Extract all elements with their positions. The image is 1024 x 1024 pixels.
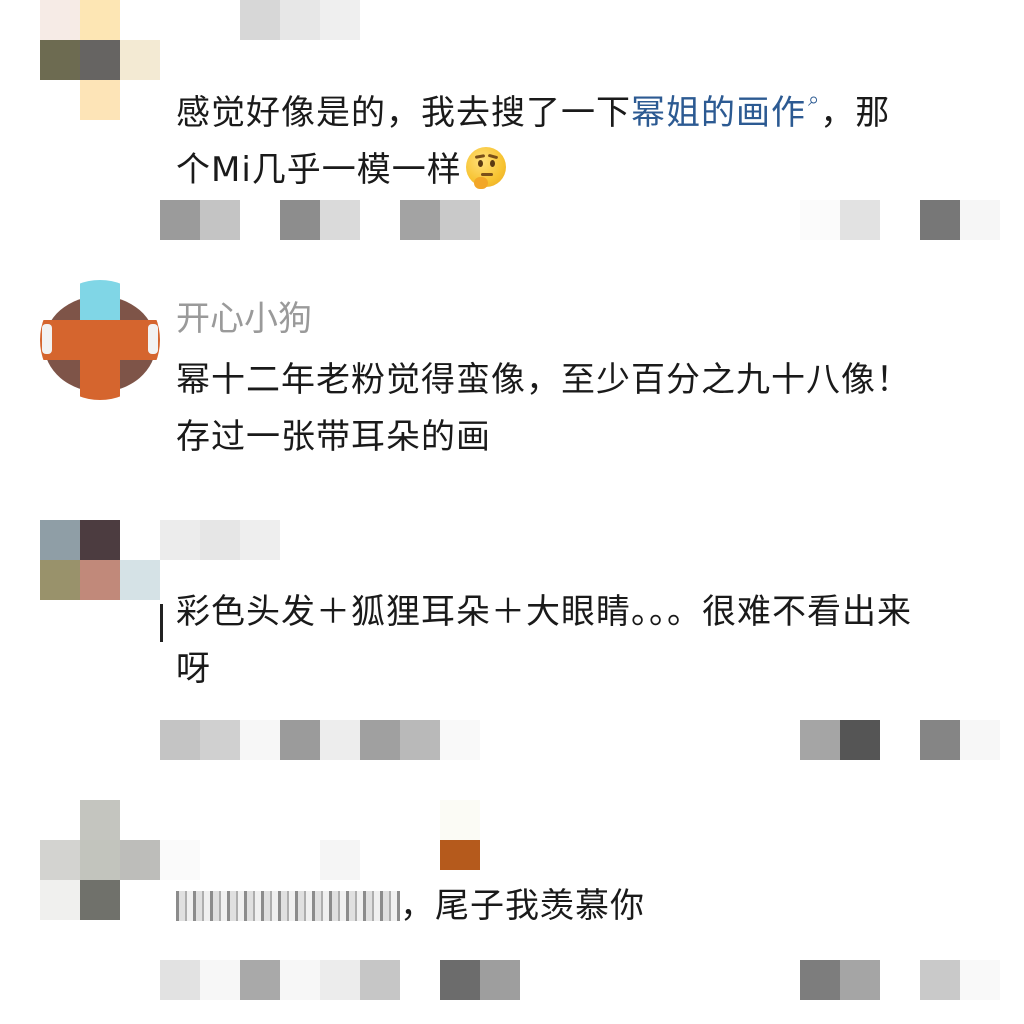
comment-text-part: ，尾子我羡慕你 [400, 886, 645, 926]
avatar[interactable] [40, 280, 160, 400]
action-row-pixelated[interactable] [160, 200, 1000, 240]
username-pixelated[interactable] [160, 520, 280, 560]
username-pixelated[interactable] [160, 800, 480, 880]
search-link-label[interactable]: 幂姐的画作 [631, 93, 806, 133]
avatar[interactable] [40, 520, 160, 640]
comment-1: 感觉好像是的，我去搜了一下幂姐的画作 ⌕，那 个Mi几乎一模一样 [0, 0, 1024, 250]
avatar[interactable] [40, 800, 160, 920]
comment-text: ，尾子我羡慕你 [176, 878, 1006, 935]
comment-text-line2: 个Mi几乎一模一样 [176, 150, 462, 190]
username[interactable]: 开心小狗 [176, 299, 312, 339]
comment-text-line1: 幂十二年老粉觉得蛮像，至少百分之九十八像！ [176, 360, 911, 400]
action-row-pixelated[interactable] [160, 960, 1000, 1000]
comment-3: 彩色头发＋狐狸耳朵＋大眼睛。。。很难不看出来 呀 [0, 520, 1024, 770]
comment-text: 感觉好像是的，我去搜了一下幂姐的画作 ⌕，那 个Mi几乎一模一样 [176, 71, 996, 199]
action-row-pixelated[interactable] [160, 720, 1000, 760]
comment-text: 彩色头发＋狐狸耳朵＋大眼睛。。。很难不看出来 呀 [176, 584, 1006, 698]
comment-text-line1: 彩色头发＋狐狸耳朵＋大眼睛。。。很难不看出来 [176, 592, 912, 632]
thinking-face-emoji [465, 147, 506, 189]
comment-text-line2: 存过一张带耳朵的画 [176, 417, 491, 457]
comment-4: ，尾子我羡慕你 [0, 800, 1024, 1024]
comment-text-part: ，那 [820, 93, 891, 133]
username-pixelated[interactable] [160, 0, 360, 40]
comment-text-line2: 呀 [176, 649, 211, 689]
search-icon: ⌕ [808, 87, 821, 111]
comment-2: 开心小狗 幂十二年老粉觉得蛮像，至少百分之九十八像！ 存过一张带耳朵的画 [0, 280, 1024, 480]
comment-text: 幂十二年老粉觉得蛮像，至少百分之九十八像！ 存过一张带耳朵的画 [176, 352, 1006, 466]
comment-text-part: 感觉好像是的，我去搜了一下 [176, 93, 631, 133]
avatar[interactable] [40, 0, 160, 120]
text-cursor [160, 604, 163, 642]
search-link[interactable]: 幂姐的画作 ⌕ [631, 87, 820, 133]
blurred-text [176, 891, 400, 921]
